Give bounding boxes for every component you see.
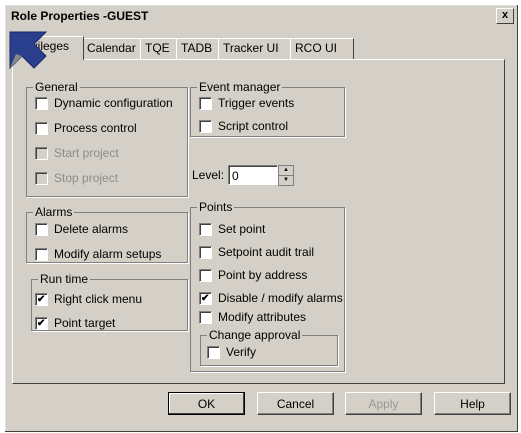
- checkbox-box: [35, 222, 48, 236]
- apply-button[interactable]: Apply: [345, 392, 422, 415]
- tab-tracker-ui[interactable]: Tracker UI: [218, 38, 300, 59]
- window-title: Role Properties -GUEST: [11, 9, 149, 23]
- checkbox-box: [199, 119, 212, 133]
- checkbox-box: [35, 292, 48, 306]
- checkbox-label: Process control: [54, 121, 137, 135]
- pointer-arrow-icon: [9, 31, 48, 70]
- title-bar[interactable]: Role Properties -GUEST x: [7, 7, 516, 25]
- verify-checkbox[interactable]: Verify: [207, 345, 256, 359]
- level-control: Level: 0 ▲ ▼: [192, 165, 295, 186]
- trigger-events-checkbox[interactable]: Trigger events: [199, 96, 294, 110]
- level-spinner: ▲ ▼: [278, 165, 295, 186]
- checkbox-label: Set point: [218, 222, 266, 236]
- help-button[interactable]: Help: [434, 392, 511, 415]
- checkbox-box: [207, 345, 220, 359]
- set-point-checkbox[interactable]: Set point: [199, 222, 265, 236]
- checkbox-label: Stop project: [54, 171, 119, 185]
- checkbox-box: [35, 146, 48, 160]
- run-time-legend: Run time: [40, 272, 89, 286]
- point-by-address-checkbox[interactable]: Point by address: [199, 268, 307, 282]
- point-target-checkbox[interactable]: Point target: [35, 316, 115, 330]
- close-button[interactable]: x: [496, 8, 514, 24]
- tab-rco-ui[interactable]: RCO UI: [290, 38, 354, 59]
- points-legend: Points: [199, 200, 233, 214]
- general-legend: General: [35, 80, 78, 94]
- alarms-legend: Alarms: [35, 205, 73, 219]
- delete-alarms-checkbox[interactable]: Delete alarms: [35, 222, 128, 236]
- checkbox-box: [35, 96, 48, 110]
- disable-modify-alarms-checkbox[interactable]: Disable / modify alarms: [199, 291, 343, 305]
- change-approval-legend: Change approval: [209, 328, 301, 342]
- checkbox-label: Delete alarms: [54, 222, 129, 236]
- checkbox-box: [199, 222, 212, 236]
- dynamic-configuration-checkbox[interactable]: Dynamic configuration: [35, 96, 173, 110]
- right-click-menu-checkbox[interactable]: Right click menu: [35, 292, 142, 306]
- checkbox-label: Trigger events: [218, 96, 295, 110]
- level-input[interactable]: 0: [228, 165, 279, 185]
- modify-attributes-checkbox[interactable]: Modify attributes: [199, 310, 306, 324]
- checkbox-box: [199, 96, 212, 110]
- spin-down-icon[interactable]: ▼: [278, 175, 295, 186]
- event-manager-legend: Event manager: [199, 80, 281, 94]
- checkbox-label: Dynamic configuration: [54, 96, 173, 110]
- setpoint-audit-trail-checkbox[interactable]: Setpoint audit trail: [199, 245, 314, 259]
- checkbox-label: Verify: [226, 345, 257, 359]
- script-control-checkbox[interactable]: Script control: [199, 119, 288, 133]
- stop-project-checkbox: Stop project: [35, 171, 118, 185]
- checkbox-label: Modify attributes: [218, 310, 307, 324]
- checkbox-box: [199, 291, 212, 305]
- checkbox-box: [199, 310, 212, 324]
- checkbox-box: [199, 245, 212, 259]
- checkbox-label: Modify alarm setups: [54, 247, 162, 261]
- checkbox-box: [35, 247, 48, 261]
- checkbox-label: Disable / modify alarms: [218, 291, 343, 305]
- checkbox-box: [199, 268, 212, 282]
- checkbox-box: [35, 316, 48, 330]
- checkbox-label: Start project: [54, 146, 119, 160]
- checkbox-label: Right click menu: [54, 292, 143, 306]
- process-control-checkbox[interactable]: Process control: [35, 121, 137, 135]
- modify-alarm-setups-checkbox[interactable]: Modify alarm setups: [35, 247, 161, 261]
- checkbox-label: Point by address: [218, 268, 308, 282]
- ok-button[interactable]: OK: [168, 392, 245, 415]
- checkbox-label: Script control: [218, 119, 289, 133]
- checkbox-box: [35, 121, 48, 135]
- checkbox-label: Setpoint audit trail: [218, 245, 315, 259]
- cancel-button[interactable]: Cancel: [257, 392, 334, 415]
- start-project-checkbox: Start project: [35, 146, 119, 160]
- checkbox-label: Point target: [54, 316, 116, 330]
- checkbox-box: [35, 171, 48, 185]
- privileges-panel: General Dynamic configuration Process co…: [12, 59, 505, 384]
- level-label: Level:: [192, 168, 225, 182]
